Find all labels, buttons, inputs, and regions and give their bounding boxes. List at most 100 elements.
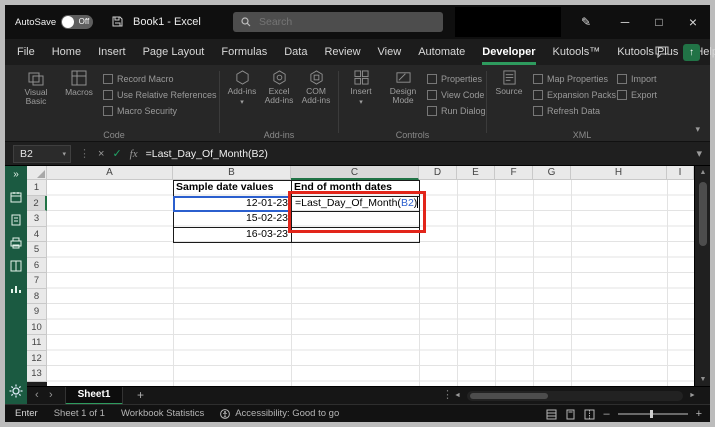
- sheet-tab-sheet1[interactable]: Sheet1: [65, 387, 123, 405]
- zoom-slider-knob[interactable]: [649, 410, 653, 418]
- export-button[interactable]: Export: [617, 90, 657, 100]
- row-header-2[interactable]: 2: [27, 195, 47, 211]
- insert-control-button[interactable]: Insert ▾: [343, 70, 379, 107]
- scroll-up-icon[interactable]: ▲: [695, 169, 711, 176]
- scroll-down-icon[interactable]: ▼: [695, 376, 711, 383]
- name-box-dropdown-icon[interactable]: ▾: [62, 150, 66, 158]
- column-header-e[interactable]: E: [457, 166, 495, 180]
- column-header-h[interactable]: H: [571, 166, 667, 180]
- column-header-a[interactable]: A: [47, 166, 173, 180]
- refresh-data-button[interactable]: Refresh Data: [533, 106, 616, 116]
- close-button[interactable]: ×: [676, 5, 710, 39]
- tab-developer[interactable]: Developer: [482, 39, 536, 65]
- vertical-scrollbar[interactable]: ▲ ▼: [694, 166, 710, 386]
- tab-kutools[interactable]: Kutools™: [553, 39, 601, 65]
- row-header-1[interactable]: 1: [27, 180, 47, 196]
- row-header-6[interactable]: 6: [27, 257, 47, 273]
- column-header-b[interactable]: B: [173, 166, 291, 180]
- gear-icon[interactable]: [9, 384, 23, 398]
- page-layout-view-icon[interactable]: [565, 409, 576, 420]
- tab-data[interactable]: Data: [284, 39, 307, 65]
- chart-icon[interactable]: [10, 283, 22, 295]
- pen-icon[interactable]: ✎: [575, 5, 597, 39]
- import-button[interactable]: Import: [617, 74, 657, 84]
- tab-formulas[interactable]: Formulas: [221, 39, 267, 65]
- tab-insert[interactable]: Insert: [98, 39, 126, 65]
- new-sheet-icon[interactable]: +: [137, 387, 144, 405]
- com-addins-button[interactable]: COM Add-ins: [298, 70, 334, 105]
- comments-icon[interactable]: [655, 46, 669, 58]
- source-button[interactable]: Source: [491, 70, 527, 96]
- horizontal-scroll-thumb[interactable]: [470, 393, 548, 399]
- search-input[interactable]: [257, 15, 417, 29]
- addins-button[interactable]: Add-ins ▾: [224, 70, 260, 107]
- zoom-in-icon[interactable]: +: [696, 408, 702, 420]
- column-header-d[interactable]: D: [419, 166, 457, 180]
- macros-button[interactable]: Macros: [59, 70, 99, 97]
- row-header-11[interactable]: 11: [27, 335, 47, 351]
- view-code-button[interactable]: View Code: [427, 90, 486, 100]
- record-macro-button[interactable]: Record Macro: [103, 74, 217, 84]
- share-icon[interactable]: ↑: [683, 43, 700, 61]
- normal-view-icon[interactable]: [546, 409, 557, 420]
- printer-icon[interactable]: [10, 237, 22, 249]
- properties-button[interactable]: Properties: [427, 74, 486, 84]
- status-workbook-statistics[interactable]: Workbook Statistics: [121, 408, 204, 419]
- visual-basic-button[interactable]: Visual Basic: [15, 70, 57, 106]
- horizontal-scrollbar[interactable]: [467, 391, 683, 401]
- cell-b3[interactable]: 15-02-23: [176, 211, 288, 227]
- column-header-f[interactable]: F: [495, 166, 533, 180]
- autosave-toggle[interactable]: Off: [61, 15, 94, 29]
- tab-view[interactable]: View: [378, 39, 402, 65]
- name-box[interactable]: B2 ▾: [13, 144, 71, 163]
- expand-formula-bar-icon[interactable]: ▾: [696, 147, 702, 160]
- design-mode-button[interactable]: Design Mode: [383, 70, 423, 105]
- collapse-ribbon-icon[interactable]: ▾: [695, 124, 700, 135]
- tab-file[interactable]: File: [17, 39, 35, 65]
- calendar-icon[interactable]: [10, 191, 22, 203]
- insert-function-icon[interactable]: fx: [130, 148, 138, 160]
- tab-review[interactable]: Review: [324, 39, 360, 65]
- vertical-scroll-thumb[interactable]: [699, 182, 707, 246]
- cell-b1[interactable]: Sample date values: [176, 180, 290, 196]
- column-header-i[interactable]: I: [667, 166, 694, 180]
- row-header-13[interactable]: 13: [27, 366, 47, 382]
- tab-automate[interactable]: Automate: [418, 39, 465, 65]
- layout-columns-icon[interactable]: [10, 260, 22, 272]
- row-header-5[interactable]: 5: [27, 242, 47, 258]
- column-header-c[interactable]: C: [291, 166, 419, 180]
- row-header-4[interactable]: 4: [27, 226, 47, 242]
- row-header-12[interactable]: 12: [27, 350, 47, 366]
- expansion-packs-button[interactable]: Expansion Packs: [533, 90, 616, 100]
- tab-home[interactable]: Home: [52, 39, 81, 65]
- zoom-out-icon[interactable]: –: [603, 408, 609, 420]
- hscroll-right-icon[interactable]: ►: [689, 387, 696, 405]
- formula-input[interactable]: =Last_Day_Of_Month(B2): [146, 148, 268, 160]
- workbook-icon[interactable]: [10, 214, 22, 226]
- maximize-button[interactable]: □: [642, 5, 676, 39]
- cancel-entry-icon[interactable]: ×: [98, 148, 104, 160]
- expand-pane-icon[interactable]: »: [13, 170, 19, 180]
- row-header-3[interactable]: 3: [27, 211, 47, 227]
- row-header-7[interactable]: 7: [27, 273, 47, 289]
- map-properties-button[interactable]: Map Properties: [533, 74, 616, 84]
- macro-security-button[interactable]: Macro Security: [103, 106, 217, 116]
- autosave-control[interactable]: AutoSave Off: [15, 15, 94, 29]
- page-break-view-icon[interactable]: [584, 409, 595, 420]
- zoom-slider[interactable]: [617, 410, 688, 418]
- select-all-button[interactable]: [27, 166, 47, 180]
- confirm-entry-icon[interactable]: ✓: [112, 147, 121, 160]
- run-dialog-button[interactable]: Run Dialog: [427, 106, 486, 116]
- row-header-8[interactable]: 8: [27, 288, 47, 304]
- row-header-10[interactable]: 10: [27, 319, 47, 335]
- search-box[interactable]: [233, 12, 443, 32]
- status-accessibility[interactable]: Accessibility: Good to go: [220, 408, 339, 419]
- prev-sheet-icon[interactable]: ‹: [35, 387, 39, 405]
- next-sheet-icon[interactable]: ›: [49, 387, 53, 405]
- cell-b4[interactable]: 16-03-23: [176, 227, 288, 243]
- excel-addins-button[interactable]: Excel Add-ins: [261, 70, 297, 105]
- status-sheet-info[interactable]: Sheet 1 of 1: [54, 408, 105, 419]
- minimize-button[interactable]: ─: [608, 5, 642, 39]
- column-header-g[interactable]: G: [533, 166, 571, 180]
- use-relative-references-button[interactable]: Use Relative References: [103, 90, 217, 100]
